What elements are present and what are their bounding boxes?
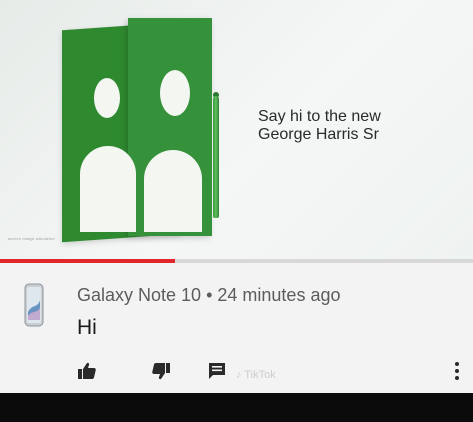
profile-body-front — [144, 150, 202, 232]
headline-line-2: George Harris Sr — [258, 126, 379, 143]
tiktok-logo-icon: ♪ — [236, 369, 242, 381]
separator-dot: • — [206, 285, 213, 305]
profile-body-back — [80, 146, 136, 232]
watermark-text: TikTok — [244, 369, 276, 381]
s-pen — [213, 96, 219, 218]
video-frame[interactable]: screen image simulated Say hi to the new… — [0, 0, 473, 263]
thumbs-down-icon[interactable] — [151, 361, 171, 381]
profile-head-back — [94, 78, 120, 118]
comment-header: Galaxy Note 10 • 24 minutes ago — [77, 285, 340, 306]
comment-time: 24 minutes ago — [217, 285, 341, 305]
headline-line-1: Say hi to the new — [258, 108, 381, 125]
comment: Galaxy Note 10 • 24 minutes ago Hi ♪ Tik… — [0, 263, 473, 393]
tiktok-watermark: ♪ TikTok — [236, 369, 466, 381]
video-headline: Say hi to the new George Harris Sr — [258, 108, 458, 144]
comment-author[interactable]: Galaxy Note 10 — [77, 285, 201, 305]
comment-text: Hi — [77, 316, 97, 339]
bottom-bar — [0, 393, 473, 422]
comment-icon[interactable] — [207, 361, 227, 381]
screen: screen image simulated Say hi to the new… — [0, 0, 473, 422]
phone-avatar-icon[interactable] — [18, 282, 50, 328]
profile-head-front — [160, 70, 190, 116]
small-caption: screen image simulated — [8, 236, 55, 241]
thumbs-up-icon[interactable] — [77, 361, 97, 381]
